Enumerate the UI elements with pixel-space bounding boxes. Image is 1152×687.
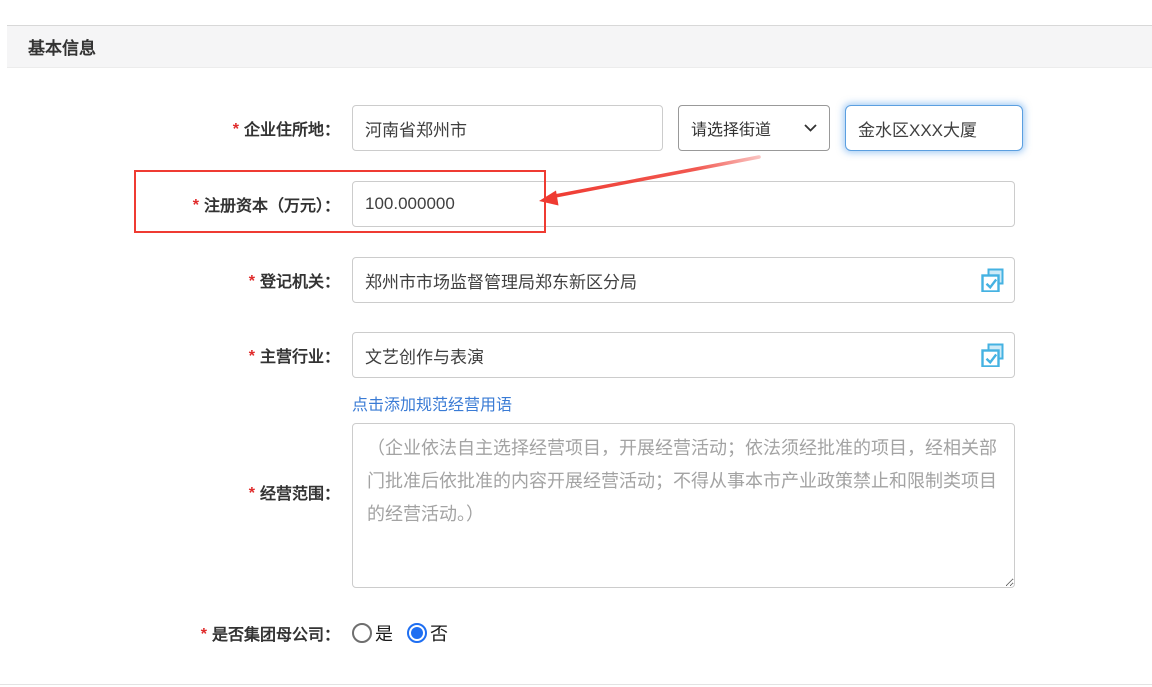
- scope-label-text: 经营范围：: [260, 486, 340, 503]
- picker-check-icon[interactable]: [981, 343, 1005, 367]
- radio-no-label: 否: [430, 620, 448, 646]
- group-parent-radio-group: 是 否: [352, 620, 462, 646]
- group-parent-label-text: 是否集团母公司：: [212, 627, 340, 644]
- scope-textarea[interactable]: [352, 423, 1015, 588]
- required-asterisk: *: [201, 626, 207, 643]
- bottom-divider: [0, 684, 1152, 685]
- radio-yes-label: 是: [375, 620, 393, 646]
- add-scope-terms-link[interactable]: 点击添加规范经营用语: [352, 395, 512, 417]
- basic-info-panel: 基本信息 * 企业住所地： 请选择街道 * 注册资本（万元）：: [0, 0, 1152, 687]
- section-title: 基本信息: [28, 34, 96, 59]
- authority-fields: [352, 257, 1015, 303]
- required-asterisk: *: [249, 348, 255, 365]
- industry-input[interactable]: [352, 332, 1015, 378]
- radio-option-yes[interactable]: 是: [352, 620, 393, 646]
- address-label-text: 企业住所地：: [244, 122, 340, 139]
- address-fields: 请选择街道: [352, 105, 1023, 151]
- address-city-input[interactable]: [352, 105, 663, 151]
- authority-label-text: 登记机关：: [260, 274, 340, 291]
- group-parent-label: * 是否集团母公司：: [0, 621, 340, 645]
- industry-fields: [352, 332, 1015, 378]
- address-detail-input[interactable]: [845, 105, 1023, 151]
- address-label: * 企业住所地：: [0, 116, 340, 140]
- capital-input[interactable]: [352, 181, 1015, 227]
- basic-info-form: * 企业住所地： 请选择街道 * 注册资本（万元）：: [0, 68, 1152, 646]
- picker-check-icon[interactable]: [981, 268, 1005, 292]
- scope-label: * 经营范围：: [0, 480, 340, 504]
- required-asterisk: *: [249, 273, 255, 290]
- authority-label: * 登记机关：: [0, 268, 340, 292]
- authority-input[interactable]: [352, 257, 1015, 303]
- group-parent-fields: 是 否: [352, 620, 462, 646]
- radio-option-no[interactable]: 否: [407, 620, 448, 646]
- form-row-address: * 企业住所地： 请选择街道: [0, 105, 1152, 151]
- form-row-industry: * 主营行业：: [0, 332, 1152, 378]
- section-header: 基本信息: [7, 25, 1152, 68]
- form-row-authority: * 登记机关：: [0, 257, 1152, 303]
- form-row-group-parent: * 是否集团母公司： 是 否: [0, 620, 1152, 646]
- form-row-scope: * 经营范围： 点击添加规范经营用语: [0, 395, 1152, 588]
- capital-label-text: 注册资本（万元）：: [204, 198, 340, 215]
- chevron-down-icon: [804, 124, 817, 132]
- radio-unchecked-icon[interactable]: [352, 623, 372, 643]
- capital-fields: [352, 181, 1015, 227]
- industry-label-text: 主营行业：: [260, 349, 340, 366]
- scope-fields: 点击添加规范经营用语: [352, 395, 1015, 588]
- form-row-capital: * 注册资本（万元）：: [0, 181, 1152, 227]
- street-select-value: 请选择街道: [691, 116, 771, 140]
- industry-label: * 主营行业：: [0, 343, 340, 367]
- street-select[interactable]: 请选择街道: [678, 105, 830, 151]
- required-asterisk: *: [233, 121, 239, 138]
- capital-label: * 注册资本（万元）：: [0, 192, 340, 216]
- required-asterisk: *: [249, 485, 255, 502]
- radio-checked-icon[interactable]: [407, 623, 427, 643]
- required-asterisk: *: [193, 197, 199, 214]
